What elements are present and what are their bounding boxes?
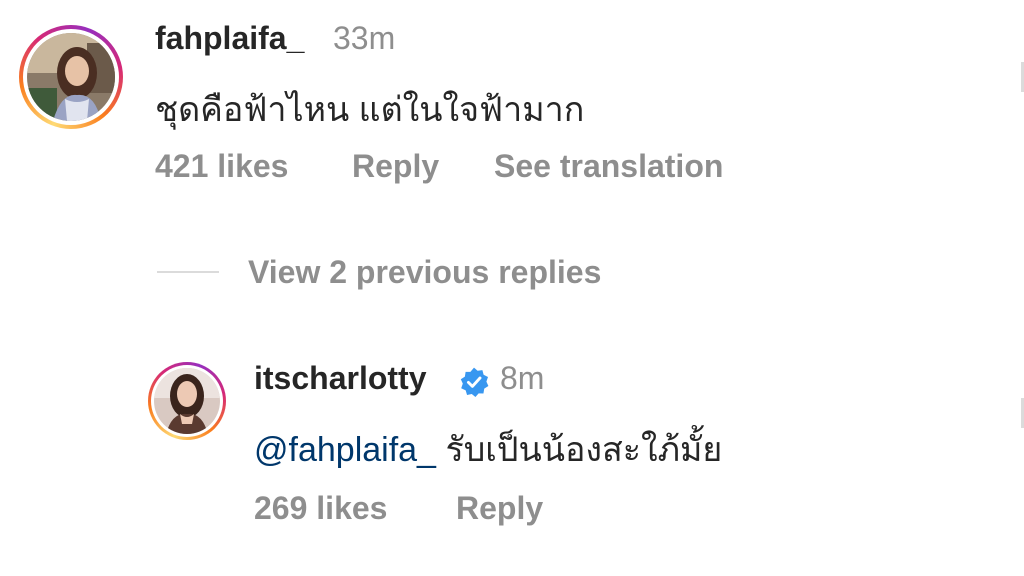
verified-badge-icon [460, 367, 489, 398]
comment-reply-button[interactable]: Reply [352, 148, 439, 185]
reply-time: 8m [500, 360, 545, 396]
avatar-photo [154, 368, 220, 434]
reply-likes[interactable]: 269 likes [254, 490, 387, 527]
avatar-photo [27, 33, 115, 121]
comment-time: 33m [333, 20, 396, 56]
see-translation-button[interactable]: See translation [494, 148, 723, 185]
comment-thread: fahplaifa_ 33m ชุดคือฟ้าไหน แต่ในใจฟ้ามา… [0, 0, 1024, 576]
replies-divider [157, 271, 219, 273]
comment-text: ชุดคือฟ้าไหน แต่ในใจฟ้ามาก [155, 91, 585, 129]
comment-likes[interactable]: 421 likes [155, 148, 288, 185]
reply-text: รับเป็นน้องสะใภ้มั้ย [445, 431, 723, 469]
reply-text-line: @fahplaifa_ รับเป็นน้องสะใภ้มั้ย [254, 422, 722, 476]
reply-avatar[interactable] [148, 362, 226, 440]
comment-username[interactable]: fahplaifa_ [155, 20, 304, 57]
reply-reply-button[interactable]: Reply [456, 490, 543, 527]
comment-avatar[interactable] [19, 25, 123, 129]
mention-link[interactable]: @fahplaifa_ [254, 431, 436, 469]
reply-username[interactable]: itscharlotty [254, 360, 426, 397]
view-previous-replies-button[interactable]: View 2 previous replies [248, 254, 601, 291]
